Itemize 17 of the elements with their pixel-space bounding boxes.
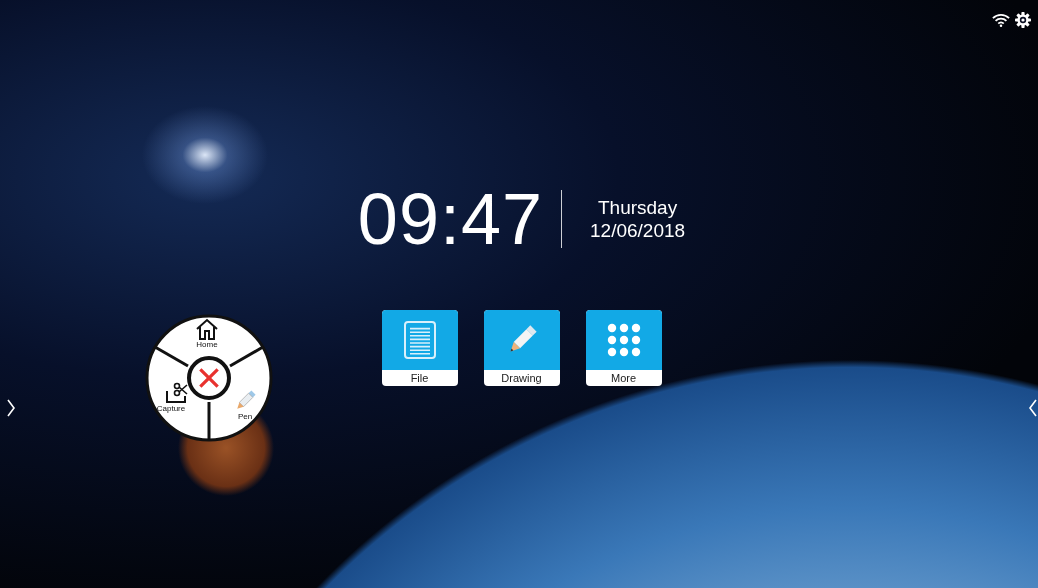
date-text: 12/06/2018 xyxy=(590,219,686,242)
app-tile[interactable]: File xyxy=(381,310,458,386)
document-icon xyxy=(401,320,438,360)
clock-time: 09:47 xyxy=(357,183,544,255)
close-icon xyxy=(196,365,222,391)
home-icon xyxy=(195,318,219,340)
weekday-text: Thursday xyxy=(598,196,678,219)
menu-item[interactable]: Home xyxy=(195,318,219,349)
app-tile[interactable]: Drawing xyxy=(483,310,560,386)
app-tile[interactable]: More xyxy=(585,310,662,386)
settings-icon[interactable] xyxy=(1014,12,1032,28)
chevron-left-icon[interactable] xyxy=(1028,398,1038,418)
menu-item[interactable]: Capture xyxy=(153,382,189,413)
scissors-icon xyxy=(165,382,189,404)
wifi-icon[interactable] xyxy=(992,12,1010,28)
chevron-right-icon[interactable] xyxy=(6,398,16,418)
menu-item[interactable]: Pen xyxy=(233,390,257,421)
